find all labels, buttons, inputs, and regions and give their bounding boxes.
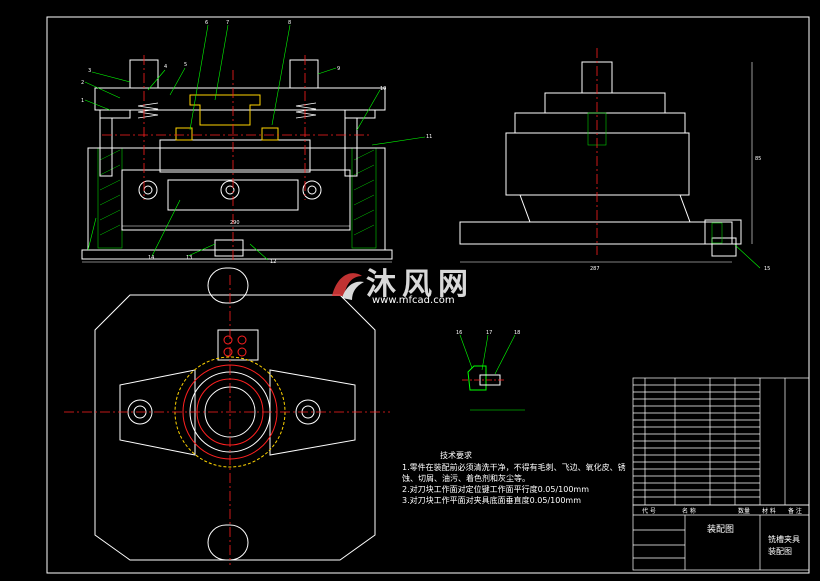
bom-header-qty: 数量 [738, 508, 751, 515]
callout-10: 10 [380, 86, 386, 92]
bom-header-name: 名 称 [682, 508, 696, 515]
callout-18: 18 [514, 330, 520, 336]
callout-15: 15 [764, 266, 770, 272]
callout-17: 17 [486, 330, 492, 336]
requirement-2: 2.对刀块工作面对定位键工作面平行度0.05/100mm [402, 485, 589, 494]
callout-9: 9 [337, 66, 340, 72]
watermark-url: www.mfcad.com [372, 295, 455, 306]
callout-1: 1 [81, 98, 84, 104]
bom-header-material: 材 料 [762, 508, 776, 515]
callout-16: 16 [456, 330, 462, 336]
technical-requirements: 技术要求 1.零件在装配前必须清洗干净，不得有毛刺、飞边、氧化皮、锈蚀、切屑、油… [402, 451, 642, 506]
side-width-dim: 287 [590, 266, 600, 272]
bom-header-remark: 备 注 [788, 508, 802, 515]
drawing-type: 装配图 [768, 547, 792, 556]
part-name: 铣槽夹具 [768, 535, 800, 544]
side-height-dim: 85 [755, 156, 761, 162]
callout-11: 11 [426, 134, 432, 140]
side-view: 287 85 [459, 48, 761, 272]
callout-14: 14 [148, 255, 154, 261]
mfcad-logo-icon [332, 273, 364, 300]
callout-6: 6 [205, 20, 208, 26]
front-view: 290 [81, 24, 426, 263]
callout-13: 13 [186, 255, 192, 261]
plan-view [64, 267, 390, 565]
callout-4: 4 [164, 64, 167, 70]
detail-view [459, 334, 525, 411]
callout-5: 5 [184, 62, 187, 68]
technical-requirements-title: 技术要求 [440, 451, 472, 460]
callout-7: 7 [226, 20, 229, 26]
bom-header-code: 代 号 [642, 508, 656, 515]
assembly-label: 装配图 [707, 525, 735, 535]
callout-8: 8 [288, 20, 291, 26]
callout-12: 12 [270, 259, 276, 265]
front-width-dim: 290 [230, 220, 240, 226]
requirement-1: 1.零件在装配前必须清洗干净，不得有毛刺、飞边、氧化皮、锈蚀、切屑、油污、着色剂… [402, 463, 626, 483]
requirement-3: 3.对刀块工作平面对夹具底面垂直度0.05/100mm [402, 496, 581, 505]
callout-3: 3 [88, 68, 91, 74]
callout-2: 2 [81, 80, 84, 86]
